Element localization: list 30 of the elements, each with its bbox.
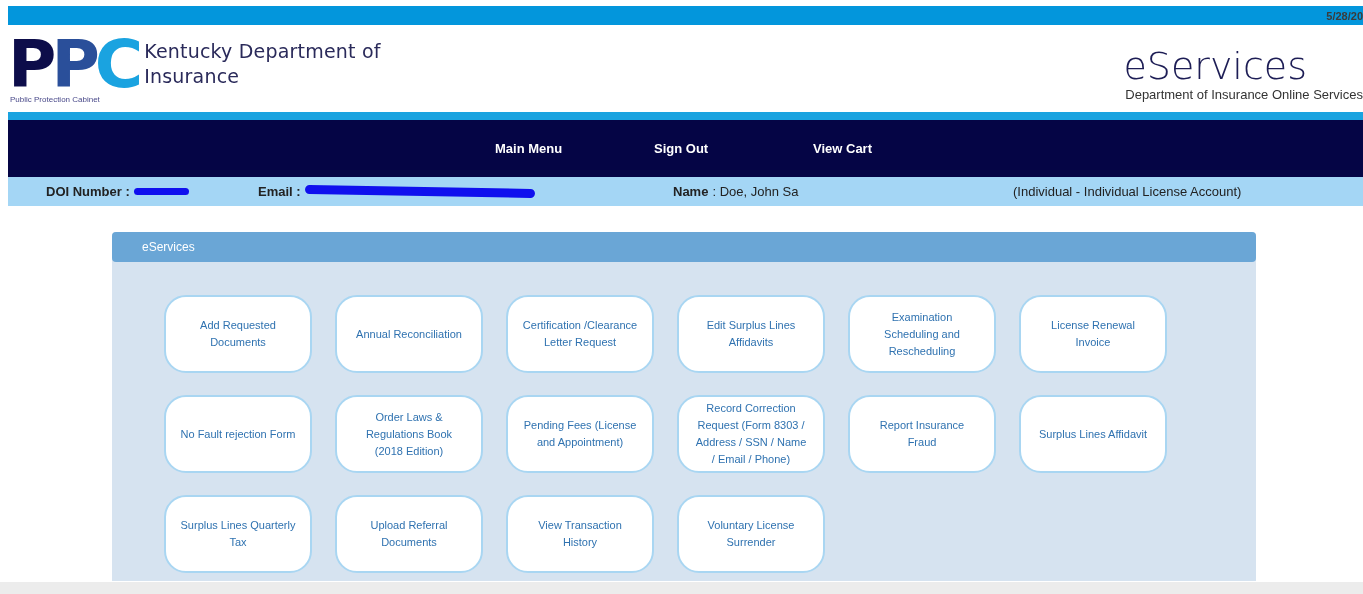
site-subtitle: Department of Insurance Online Services <box>1125 87 1363 102</box>
service-button[interactable]: Edit Surplus Lines Affidavits <box>677 295 825 373</box>
redaction-mark <box>133 188 189 195</box>
nav-link[interactable]: View Cart <box>813 141 972 156</box>
account-type: (Individual - Individual License Account) <box>1013 184 1242 199</box>
service-button[interactable]: Order Laws & Regulations Book (2018 Edition) <box>335 395 483 473</box>
name-value: : Doe, John Sa <box>712 184 799 199</box>
email-label: Email : <box>258 184 301 199</box>
service-button[interactable]: Examination Scheduling and Rescheduling <box>848 295 996 373</box>
nav-link[interactable]: Sign Out <box>654 141 813 156</box>
service-button[interactable]: Upload Referral Documents <box>335 495 483 573</box>
panel-title: eServices <box>142 240 195 254</box>
name-label: Name <box>673 184 709 199</box>
service-button[interactable]: Surplus Lines Quarterly Tax <box>164 495 312 573</box>
nav-link[interactable]: Main Menu <box>495 141 654 156</box>
doi-label: DOI Number : <box>46 184 130 199</box>
service-button[interactable]: Surplus Lines Affidavit <box>1019 395 1167 473</box>
service-button[interactable]: Add Requested Documents <box>164 295 312 373</box>
service-button[interactable]: Pending Fees (License and Appointment) <box>506 395 654 473</box>
service-button[interactable]: License Renewal Invoice <box>1019 295 1167 373</box>
service-button[interactable]: Voluntary License Surrender <box>677 495 825 573</box>
site-title: eServices <box>1123 45 1307 87</box>
service-button[interactable]: Certification /Clearance Letter Request <box>506 295 654 373</box>
service-button[interactable]: View Transaction History <box>506 495 654 573</box>
date-text: 5/28/20 <box>1326 9 1363 22</box>
service-button[interactable]: Record Correction Request (Form 8303 / Address / SSN / Name / Email / Phone) <box>677 395 825 473</box>
service-button[interactable]: No Fault rejection Form <box>164 395 312 473</box>
agency-name: Kentucky Department of Insurance <box>144 39 382 89</box>
service-button[interactable]: Report Insurance Fraud <box>848 395 996 473</box>
service-button[interactable]: Annual Reconciliation <box>335 295 483 373</box>
